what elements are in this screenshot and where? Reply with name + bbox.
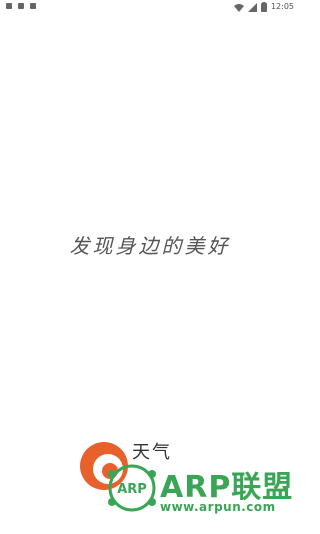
status-bar: 12:05 <box>0 0 300 14</box>
notification-icon <box>18 3 24 9</box>
watermark-url: www.arpun.com <box>160 500 276 514</box>
notification-icon <box>6 3 12 9</box>
system-icons: 12:05 <box>233 2 294 12</box>
notification-icons <box>6 3 36 9</box>
wifi-icon <box>233 3 244 12</box>
arp-watermark: ARP ARP联盟 www.arpun.com <box>104 456 294 526</box>
notification-icon <box>30 3 36 9</box>
status-time: 12:05 <box>270 2 294 11</box>
arp-badge-text: ARP <box>117 482 147 497</box>
splash-slogan: 发现身边的美好 <box>69 234 231 258</box>
signal-icon <box>247 2 257 12</box>
arp-badge-icon: ARP <box>108 464 156 512</box>
battery-icon <box>260 2 267 12</box>
